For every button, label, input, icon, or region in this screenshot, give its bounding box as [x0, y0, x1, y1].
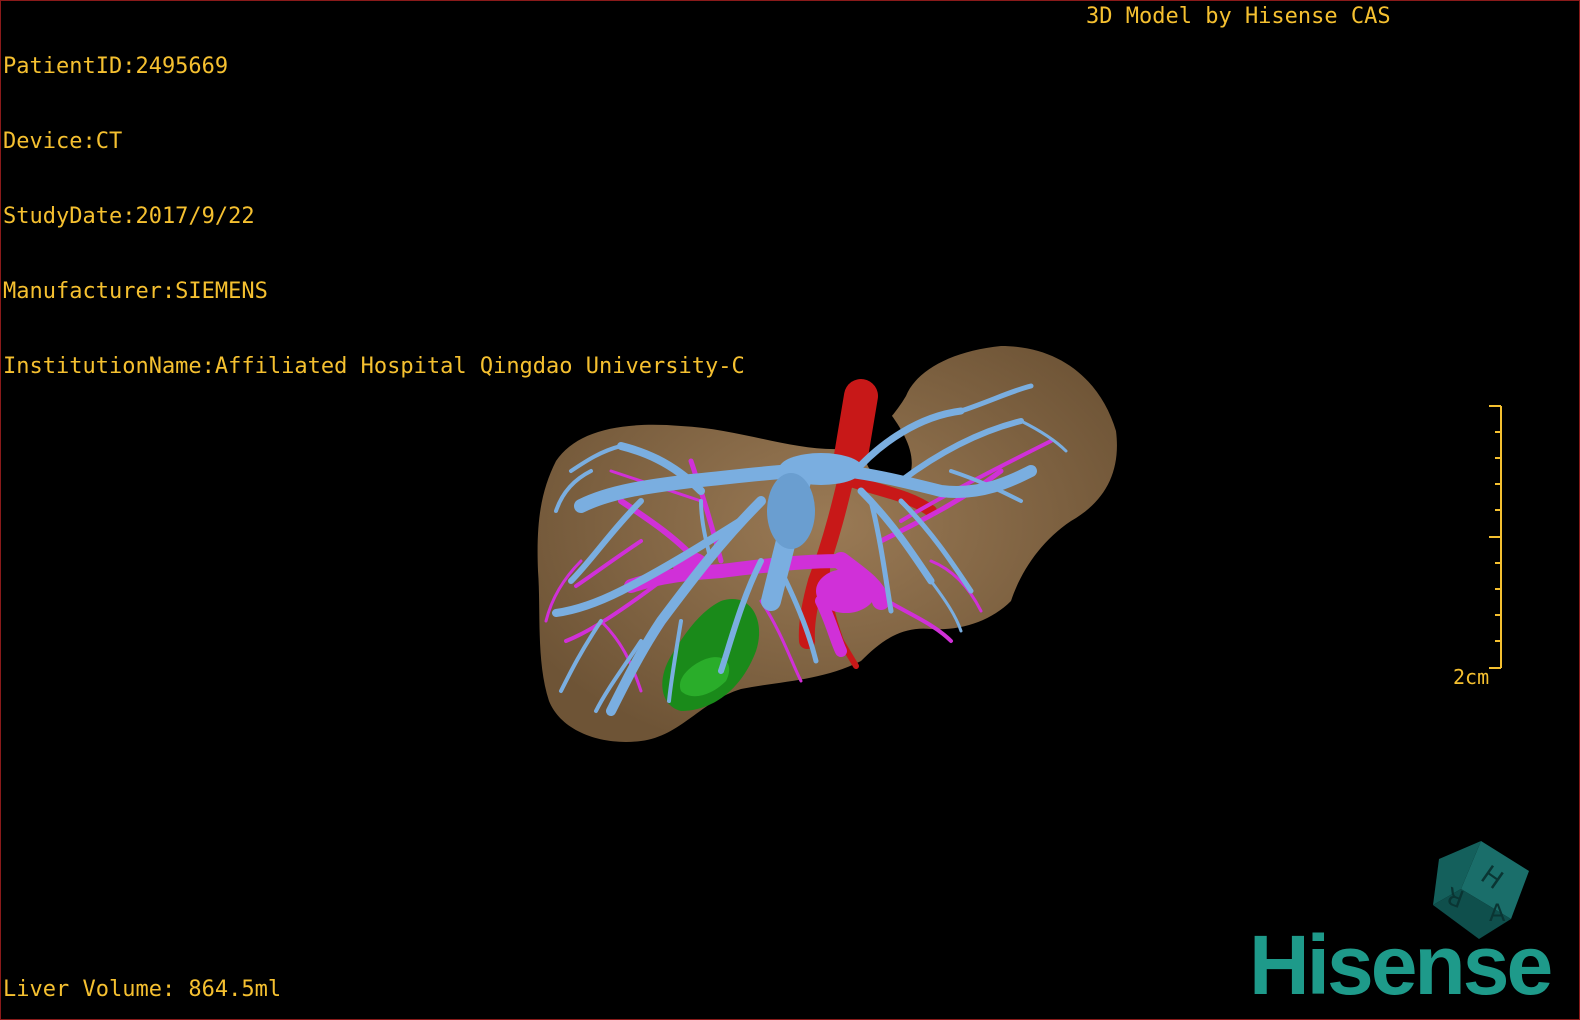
scale-bar [1489, 405, 1502, 669]
hisense-logo: Hisense [1249, 918, 1553, 1012]
scale-label: 2cm [1453, 665, 1490, 689]
liver-volume: Liver Volume: 864.5ml [3, 977, 282, 1002]
liver-3d-model[interactable]: H R A [1, 1, 1580, 1020]
3d-viewport[interactable]: PatientID:2495669 Device:CT StudyDate:20… [0, 0, 1580, 1020]
